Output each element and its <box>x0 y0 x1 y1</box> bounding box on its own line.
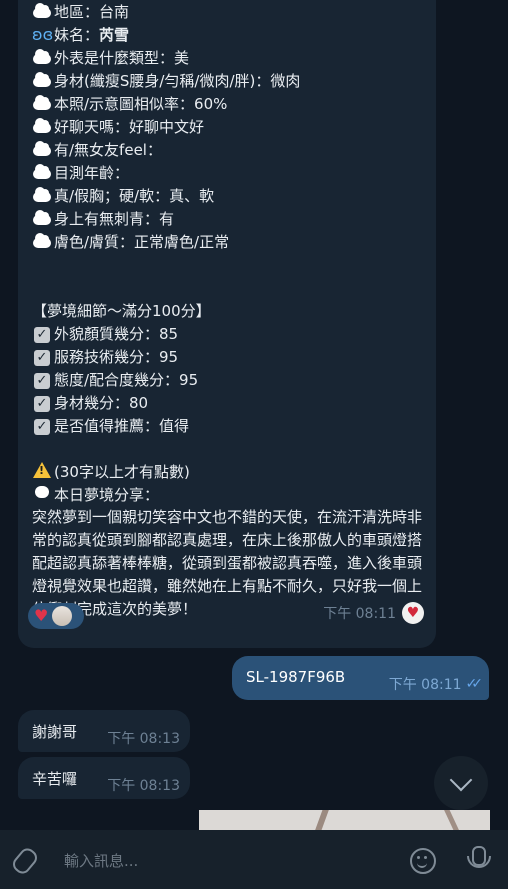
cloud-icon <box>32 209 52 228</box>
checkbox-icon: ✓ <box>32 393 52 412</box>
score-title: 【夢境細節～滿分100分】 <box>32 302 211 320</box>
heart-icon: ♥ <box>402 602 424 624</box>
report-line-similarity: 本照/示意圖相似率：60% <box>32 92 426 115</box>
score-line: ✓ 態度/配合度幾分：95 <box>32 368 426 391</box>
chat-area[interactable]: 地區：台南 ʚɞ 妹名： 芮雪 外表是什麼類型：美 身材(纖瘦S腰身/勻稱/微肉/胖… <box>0 0 508 830</box>
report-line-skin: 膚色/膚質：正常膚色/正常 <box>32 230 426 253</box>
message-time: 下午 08:13 <box>107 731 180 747</box>
message-input[interactable]: 輸入訊息... <box>64 850 138 871</box>
message-time: 下午 08:11 ♥ <box>323 602 424 624</box>
report-content: 地區：台南 ʚɞ 妹名： 芮雪 外表是什麼類型：美 身材(纖瘦S腰身/勻稱/微肉/胖… <box>32 0 426 621</box>
incoming-message-thanks[interactable]: 謝謝哥 下午 08:13 <box>18 710 190 752</box>
message-time: 下午 08:13 <box>107 778 180 794</box>
report-line-feel: 有/無女友feel： <box>32 138 426 161</box>
notice-line: ! (30字以上才有點數) <box>32 460 426 483</box>
cloud-icon <box>32 117 52 136</box>
report-line-name: ʚɞ 妹名： 芮雪 <box>32 25 130 44</box>
incoming-message-hardwork[interactable]: 辛苦囉 下午 08:13 <box>18 757 190 799</box>
checkbox-icon: ✓ <box>32 324 52 343</box>
report-line-body: 身材(纖瘦S腰身/勻稱/微肉/胖)：微肉 <box>32 69 426 92</box>
double-check-icon: ✓✓ <box>465 676 484 692</box>
score-line: ✓ 身材幾分：80 <box>32 391 426 414</box>
heart-icon: ♥ <box>34 606 49 625</box>
score-line: ✓ 外貌顏質幾分：85 <box>32 322 426 345</box>
thought-bubble-icon <box>32 485 52 504</box>
incoming-message-report[interactable]: 地區：台南 ʚɞ 妹名： 芮雪 外表是什麼類型：美 身材(纖瘦S腰身/勻稱/微肉/胖… <box>18 0 436 648</box>
report-line-chat: 好聊天嗎：好聊中文好 <box>32 115 426 138</box>
chevron-down-icon <box>449 768 473 792</box>
report-line-chest: 真/假胸；硬/軟：真、軟 <box>32 184 426 207</box>
report-line-area: 地區：台南 <box>32 0 426 23</box>
emoji-icon[interactable] <box>410 848 436 874</box>
reactions[interactable]: ♥ <box>28 603 84 629</box>
cloud-icon <box>32 232 52 251</box>
report-line-type: 外表是什麼類型：美 <box>32 46 426 69</box>
score-line: ✓ 是否值得推薦：值得 <box>32 414 426 437</box>
microphone-icon[interactable] <box>467 846 491 868</box>
warning-icon: ! <box>32 461 52 482</box>
share-title-line: 本日夢境分享： <box>32 483 426 506</box>
report-line-tattoo: 身上有無刺青：有 <box>32 207 426 230</box>
checkbox-icon: ✓ <box>32 347 52 366</box>
cloud-icon <box>32 186 52 205</box>
outgoing-text: SL-1987F96B <box>246 668 346 686</box>
photo-message[interactable] <box>199 810 490 830</box>
score-line: ✓ 服務技術幾分：95 <box>32 345 426 368</box>
attach-icon[interactable] <box>9 845 41 877</box>
avatar <box>52 606 73 626</box>
scroll-down-button[interactable] <box>434 756 488 810</box>
cloud-icon <box>32 94 52 113</box>
message-composer: 輸入訊息... <box>0 830 508 889</box>
butterfly-icon: ʚɞ <box>32 25 54 44</box>
outgoing-message[interactable]: SL-1987F96B 下午 08:11 ✓✓ <box>232 656 489 700</box>
cloud-icon <box>32 71 52 90</box>
cloud-icon <box>32 48 52 67</box>
checkbox-icon: ✓ <box>32 416 52 435</box>
checkbox-icon: ✓ <box>32 370 52 389</box>
reaction-heart[interactable]: ♥ <box>28 603 84 629</box>
report-line-age: 目測年齡： <box>32 161 426 184</box>
message-time: 下午 08:11 ✓✓ <box>388 676 484 693</box>
cloud-icon <box>32 2 52 21</box>
cloud-icon <box>32 140 52 159</box>
cloud-icon <box>32 163 52 182</box>
